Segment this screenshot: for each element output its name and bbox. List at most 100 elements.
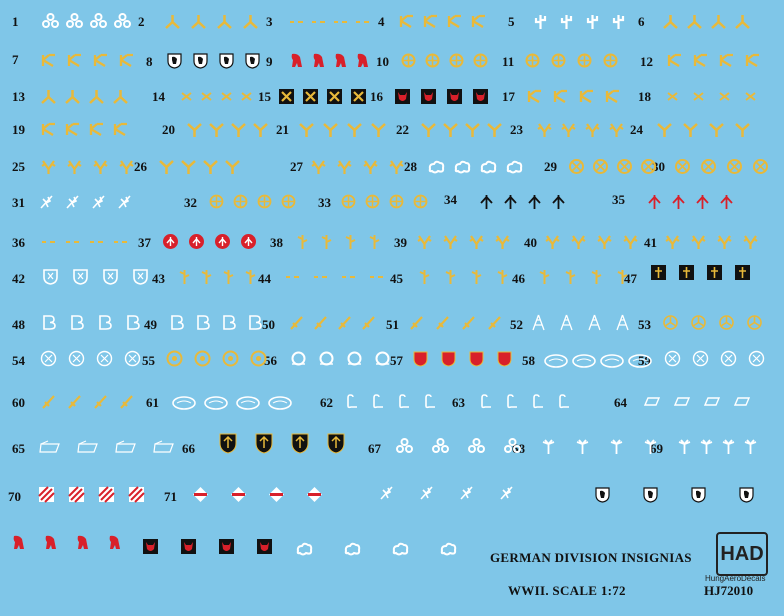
insignia-number-44: 44 bbox=[258, 271, 271, 286]
y-rune-icon bbox=[322, 121, 339, 138]
spiral-circle-icon bbox=[748, 350, 765, 367]
rune-icon bbox=[470, 13, 487, 30]
product-code: HJ72010 bbox=[704, 583, 754, 598]
devil-shield-icon bbox=[256, 538, 273, 555]
devil-shield-icon bbox=[218, 538, 235, 555]
stag-horn-icon bbox=[468, 233, 485, 250]
diamond-square-icon bbox=[128, 486, 145, 503]
spiral-circle-icon bbox=[96, 350, 113, 367]
thorn-icon bbox=[342, 233, 359, 250]
sun-circle-icon bbox=[250, 350, 267, 367]
red-shield-icon bbox=[412, 350, 429, 367]
black-box-icon bbox=[734, 264, 751, 281]
thorn-icon bbox=[318, 233, 335, 250]
trefoil-key-icon bbox=[90, 13, 107, 30]
y-rune-icon bbox=[252, 121, 269, 138]
gothic-l-icon bbox=[556, 393, 573, 410]
palm-tree-icon bbox=[676, 438, 693, 455]
insignia-number-25: 25 bbox=[12, 159, 25, 174]
flag-ea-icon bbox=[114, 438, 138, 455]
arrow-up-red-icon bbox=[718, 193, 735, 210]
b-outline-icon bbox=[124, 314, 141, 331]
gothic-l-icon bbox=[504, 393, 521, 410]
oval-plaque-icon bbox=[268, 394, 292, 411]
rune-icon bbox=[118, 52, 135, 69]
bear-red-icon bbox=[288, 52, 305, 69]
x-mark-icon bbox=[238, 88, 255, 105]
y-rune-icon bbox=[486, 121, 503, 138]
thorn-icon bbox=[468, 268, 485, 285]
insignia-number-8: 8 bbox=[146, 54, 153, 69]
insignia-number-26: 26 bbox=[134, 159, 147, 174]
insignia-number-67: 67 bbox=[368, 441, 381, 456]
insignia-number-16: 16 bbox=[370, 89, 383, 104]
oval-plaque-icon bbox=[572, 352, 596, 369]
insignia-number-18: 18 bbox=[638, 89, 651, 104]
crossed-circle-icon bbox=[700, 158, 717, 175]
dash-marks-icon bbox=[310, 13, 327, 30]
cloud-outline-icon bbox=[454, 158, 471, 175]
dash-marks-icon bbox=[368, 268, 385, 285]
leaf-shield-icon bbox=[102, 268, 119, 285]
stag-horn-icon bbox=[118, 158, 135, 175]
trefoil-key-icon bbox=[66, 13, 83, 30]
y-rune-icon bbox=[224, 158, 241, 175]
b-outline-icon bbox=[40, 314, 57, 331]
bear-shield-icon bbox=[244, 52, 261, 69]
cactus-icon bbox=[532, 13, 549, 30]
red-disc-icon bbox=[240, 233, 257, 250]
thorn-icon bbox=[588, 268, 605, 285]
stag-horn-icon bbox=[560, 121, 577, 138]
sword-icon bbox=[336, 314, 353, 331]
insignia-number-60: 60 bbox=[12, 395, 25, 410]
cross-circle-yellow-icon bbox=[364, 193, 381, 210]
tripod-icon bbox=[710, 13, 727, 30]
tripod-icon bbox=[40, 88, 57, 105]
rune-icon bbox=[40, 121, 57, 138]
insignia-number-58: 58 bbox=[522, 353, 535, 368]
witch-broom-icon bbox=[498, 484, 515, 501]
arrow-up-red-icon bbox=[646, 193, 663, 210]
diamond-stripe-icon bbox=[230, 486, 247, 503]
diamond-square-icon bbox=[98, 486, 115, 503]
witch-broom-icon bbox=[116, 193, 133, 210]
insignia-number-19: 19 bbox=[12, 122, 25, 137]
insignia-number-55: 55 bbox=[142, 353, 155, 368]
ring-banner-icon bbox=[374, 350, 391, 367]
insignia-number-32: 32 bbox=[184, 195, 197, 210]
palm-tree-icon bbox=[642, 438, 659, 455]
tripod-icon bbox=[662, 13, 679, 30]
crossed-circle-icon bbox=[752, 158, 769, 175]
trefoil-key-icon bbox=[504, 438, 521, 455]
oval-plaque-icon bbox=[600, 352, 624, 369]
ring-banner-icon bbox=[346, 350, 363, 367]
bear-red-icon bbox=[42, 534, 59, 551]
black-box-icon bbox=[678, 264, 695, 281]
witch-broom-icon bbox=[90, 193, 107, 210]
x-mark-icon bbox=[218, 88, 235, 105]
oval-plaque-icon bbox=[236, 394, 260, 411]
sword-icon bbox=[360, 314, 377, 331]
black-shield-icon bbox=[290, 432, 310, 454]
insignia-number-38: 38 bbox=[270, 235, 283, 250]
insignia-number-24: 24 bbox=[630, 122, 643, 137]
insignia-number-2: 2 bbox=[138, 14, 145, 29]
dash-marks-icon bbox=[312, 268, 329, 285]
wheel-swirl-icon bbox=[690, 314, 707, 331]
cross-circle-yellow-icon bbox=[208, 193, 225, 210]
y-rune-icon bbox=[420, 121, 437, 138]
diamond-stripe-icon bbox=[192, 486, 209, 503]
parallelogram-icon bbox=[674, 393, 691, 410]
insignia-number-21: 21 bbox=[276, 122, 289, 137]
dash-marks-icon bbox=[88, 233, 105, 250]
bear-shield-icon bbox=[166, 52, 183, 69]
x-mark-icon bbox=[742, 88, 759, 105]
cactus-icon bbox=[558, 13, 575, 30]
spiral-circle-icon bbox=[124, 350, 141, 367]
parallelogram-icon bbox=[704, 393, 721, 410]
cactus-icon bbox=[584, 13, 601, 30]
oval-plaque-icon bbox=[204, 394, 228, 411]
rune-icon bbox=[398, 13, 415, 30]
y-rune-icon bbox=[346, 121, 363, 138]
arrow-up-icon bbox=[526, 193, 543, 210]
